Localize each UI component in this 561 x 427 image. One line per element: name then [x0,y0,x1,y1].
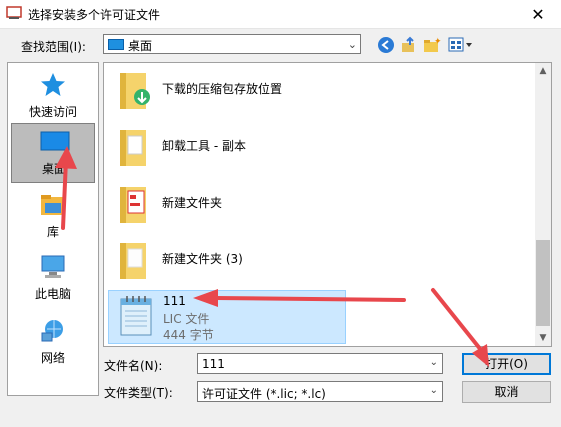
vertical-scrollbar[interactable]: ▲ ▼ [535,63,551,346]
scroll-up-icon[interactable]: ▲ [535,63,551,79]
list-item[interactable]: 下载的压缩包存放位置 [108,63,344,117]
chevron-down-icon[interactable]: ⌄ [430,385,438,396]
folder-icon [120,73,150,109]
up-folder-icon[interactable] [400,36,418,54]
filetype-label: 文件类型(T): [104,386,173,400]
file-type: LIC 文件 [163,312,210,326]
computer-icon [41,255,65,278]
place-label: 快速访问 [28,105,77,119]
place-libraries[interactable]: 库 [11,187,95,247]
look-in-value: 桌面 [128,39,153,53]
star-icon [41,73,65,96]
place-label: 此电脑 [34,287,71,301]
place-desktop[interactable]: 桌面 [11,123,95,183]
notepad-icon [120,296,152,336]
file-name: 新建文件夹 (3) [162,252,243,266]
folder-icon [120,243,146,279]
window-title: 选择安装多个许可证文件 [28,8,161,22]
file-name: 新建文件夹 [162,196,223,210]
place-label: 桌面 [41,162,66,176]
new-folder-icon[interactable]: ✦ [423,36,441,54]
places-bar: 快速访问 桌面 库 此电脑 网络 [7,62,99,396]
desktop-icon [108,39,124,50]
look-in-combo[interactable]: 桌面 ⌄ [103,34,361,54]
toolbar: 查找范围(I): 桌面 ⌄ ✦ [0,30,561,60]
back-icon[interactable] [377,36,395,54]
scroll-down-icon[interactable]: ▼ [535,330,551,346]
chevron-down-icon[interactable]: ⌄ [430,357,438,368]
look-in-label: 查找范围(I): [21,40,86,54]
title-bar: 选择安装多个许可证文件 ✕ [0,0,561,29]
close-icon: ✕ [531,4,545,24]
folder-icon [120,130,146,166]
filetype-value: 许可证文件 (*.lic; *.lc) [202,387,326,401]
network-icon [41,320,63,342]
list-item[interactable]: 卸载工具 - 副本 [108,120,344,174]
close-button[interactable]: ✕ [515,0,561,28]
place-label: 库 [46,225,59,239]
place-this-pc[interactable]: 此电脑 [11,249,95,309]
open-button[interactable]: 打开(O) [462,353,551,375]
desktop-icon [40,131,70,151]
file-size: 444 字节 [163,328,214,342]
file-name: 卸载工具 - 副本 [162,139,246,153]
place-label: 网络 [40,351,65,365]
app-icon [6,6,22,19]
filename-value: 111 [202,357,225,371]
file-name: 下载的压缩包存放位置 [162,82,283,96]
list-item[interactable]: 新建文件夹 [108,177,344,231]
scrollbar-thumb[interactable] [536,240,550,326]
filename-label: 文件名(N): [104,359,163,373]
list-item-selected[interactable]: 111 LIC 文件 444 字节 [108,290,346,344]
chevron-down-icon: ⌄ [347,38,357,51]
place-quick-access[interactable]: 快速访问 [11,67,95,127]
filename-input[interactable]: 111 ⌄ [197,353,443,374]
svg-text:✦: ✦ [434,37,441,47]
list-item[interactable]: 新建文件夹 (3) [108,233,344,287]
library-icon [41,195,65,215]
cancel-button[interactable]: 取消 [462,381,551,403]
filetype-select[interactable]: 许可证文件 (*.lic; *.lc) ⌄ [197,381,443,402]
folder-icon [120,187,146,223]
place-network[interactable]: 网络 [11,313,95,373]
file-name: 111 [163,294,186,308]
view-menu-icon[interactable] [448,36,474,54]
file-list: 下载的压缩包存放位置 卸载工具 - 副本 新建文件夹 新建文件夹 (3) 111… [103,62,552,347]
